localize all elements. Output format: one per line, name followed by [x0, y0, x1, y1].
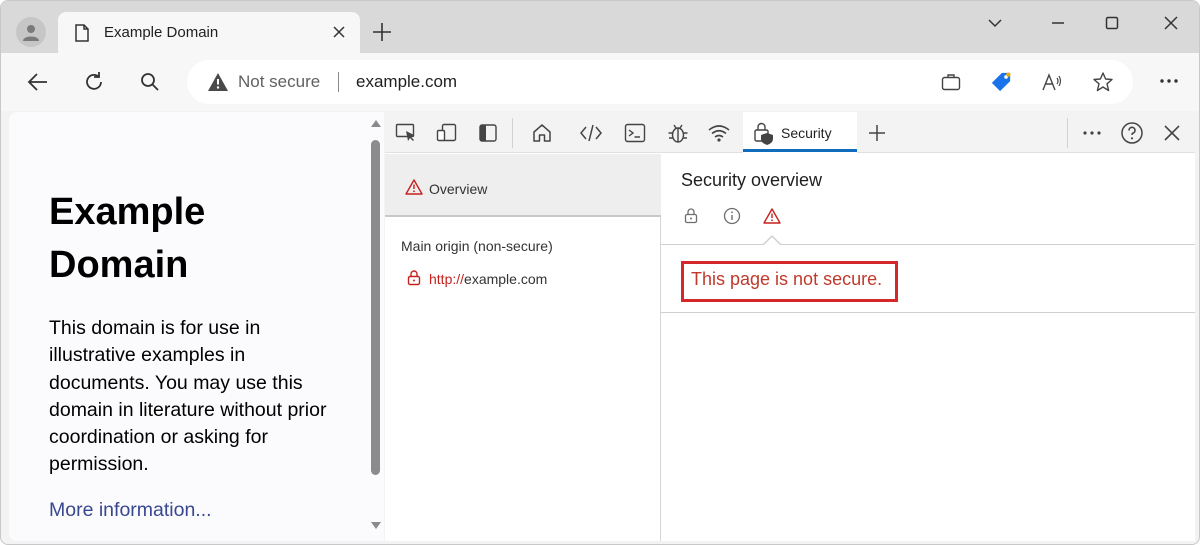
tab-security[interactable]: Security — [743, 112, 857, 153]
security-sidebar: Overview Main origin (non-secure) http:/… — [385, 154, 661, 541]
customize-more-icon[interactable] — [1080, 121, 1104, 145]
document-icon — [74, 24, 90, 47]
devtools-panel: Security Overview Main origin (non-secur… — [385, 112, 1195, 541]
not-secure-label[interactable]: Not secure — [238, 72, 320, 92]
page-paragraph: This domain is for use in illustrative e… — [49, 317, 327, 476]
settings-more-icon[interactable] — [1157, 69, 1181, 98]
origin-host: example.com — [464, 271, 548, 287]
close-tab-icon[interactable] — [331, 24, 347, 45]
devtools-toolbar: Security — [385, 112, 1195, 153]
tab-title: Example Domain — [104, 24, 219, 41]
summary-divider — [661, 244, 1195, 245]
warning-triangle-icon — [763, 207, 781, 225]
summary-bottom-divider — [661, 312, 1195, 313]
web-page-viewport: Example Domain This domain is for use in… — [9, 112, 384, 541]
security-overview-panel: Security overview This page is not secur… — [661, 154, 1195, 541]
security-status-message: This page is not secure. — [691, 269, 883, 289]
info-icon — [723, 207, 741, 225]
scroll-up-arrow-icon[interactable] — [371, 120, 381, 127]
dock-side-icon[interactable] — [476, 121, 500, 145]
origin-url-item[interactable]: http://example.com — [429, 271, 547, 287]
browser-window: Example Domain Not secure example.com Ex… — [0, 0, 1200, 545]
close-window-icon[interactable] — [1161, 13, 1181, 33]
main-origin-heading: Main origin (non-secure) — [401, 238, 553, 254]
maximize-icon[interactable] — [1102, 13, 1122, 33]
active-tab-indicator — [743, 149, 857, 152]
unlocked-padlock-icon — [407, 270, 421, 291]
search-icon[interactable] — [137, 69, 163, 95]
page-scrollbar[interactable] — [367, 112, 384, 541]
more-tools-plus-icon[interactable] — [865, 121, 889, 145]
tab-security-label: Security — [781, 125, 832, 141]
toolbar-divider — [512, 118, 513, 148]
profile-avatar-icon[interactable] — [16, 17, 46, 47]
toolbar-divider — [1067, 118, 1068, 148]
browser-tab[interactable]: Example Domain — [58, 12, 360, 54]
read-aloud-icon[interactable] — [1041, 71, 1063, 93]
security-shield-lock-icon — [753, 121, 775, 150]
elements-code-icon[interactable] — [579, 121, 603, 145]
address-bar[interactable]: Not secure example.com — [187, 60, 1133, 104]
network-wifi-icon[interactable] — [707, 121, 731, 145]
new-tab-icon[interactable] — [371, 21, 393, 48]
inspect-element-icon[interactable] — [394, 121, 418, 145]
scroll-down-arrow-icon[interactable] — [371, 522, 381, 529]
sources-bug-icon[interactable] — [666, 121, 690, 145]
welcome-home-icon[interactable] — [530, 121, 554, 145]
navigation-bar: Not secure example.com — [1, 53, 1199, 111]
device-emulation-icon[interactable] — [435, 121, 459, 145]
app-available-icon[interactable] — [940, 71, 962, 93]
origin-scheme: http:// — [429, 271, 465, 287]
more-information-link[interactable]: More information... — [49, 499, 212, 522]
refresh-icon[interactable] — [81, 69, 107, 95]
tab-actions-chevron-icon[interactable] — [985, 13, 1005, 33]
favorite-star-icon[interactable] — [1092, 71, 1114, 93]
active-summary-indicator-inner — [763, 237, 781, 246]
title-bar: Example Domain — [1, 1, 1199, 54]
console-icon[interactable] — [623, 121, 647, 145]
help-question-icon[interactable] — [1120, 121, 1144, 145]
page-heading: Example Domain — [49, 191, 206, 286]
overview-label: Overview — [429, 181, 488, 197]
back-arrow-icon[interactable] — [25, 69, 51, 95]
shopping-tag-icon[interactable] — [990, 71, 1012, 93]
url-text[interactable]: example.com — [356, 72, 457, 92]
overview-item[interactable]: Overview — [385, 154, 661, 217]
scroll-thumb[interactable] — [371, 140, 380, 475]
warning-triangle-icon[interactable] — [207, 72, 229, 97]
lock-icon — [682, 207, 700, 225]
address-separator — [338, 72, 339, 92]
warning-triangle-icon — [405, 179, 423, 200]
close-devtools-icon[interactable] — [1160, 121, 1184, 145]
security-overview-title: Security overview — [681, 170, 823, 190]
minimize-icon[interactable] — [1048, 13, 1068, 33]
